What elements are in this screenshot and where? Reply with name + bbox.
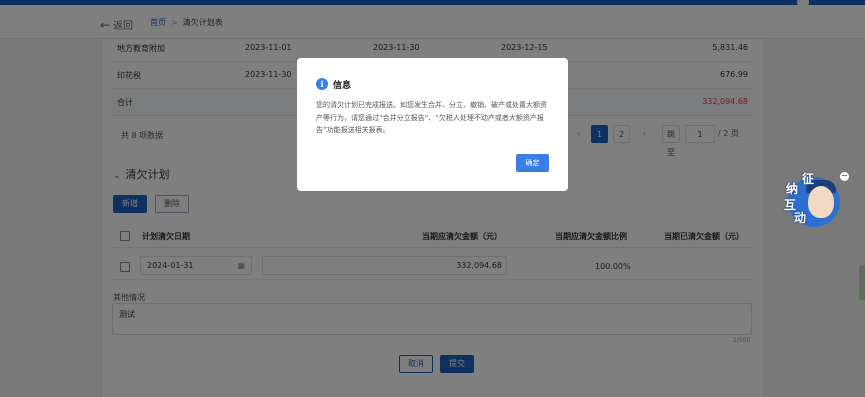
side-tab[interactable] [859, 266, 865, 300]
mascot-char: 纳 [786, 182, 799, 196]
ok-button[interactable]: 确定 [516, 154, 549, 172]
info-dialog: i 信息 您的清欠计划已完成报送。如您发生合并、分立、撤销、破产或处置大额资产等… [297, 58, 568, 191]
mascot-face [808, 186, 834, 218]
mascot-char: 动 [794, 211, 807, 225]
assistant-mascot[interactable]: 征 纳 互 动 − [782, 172, 849, 228]
dialog-title: 信息 [333, 81, 352, 91]
mascot-char: 征 [802, 172, 815, 186]
info-circle-icon: i [316, 78, 328, 90]
minus-circle-icon[interactable]: − [840, 172, 849, 181]
dialog-message: 您的清欠计划已完成报送。如您发生合并、分立、撤销、破产或处置大额资产等行为，请您… [316, 101, 547, 134]
